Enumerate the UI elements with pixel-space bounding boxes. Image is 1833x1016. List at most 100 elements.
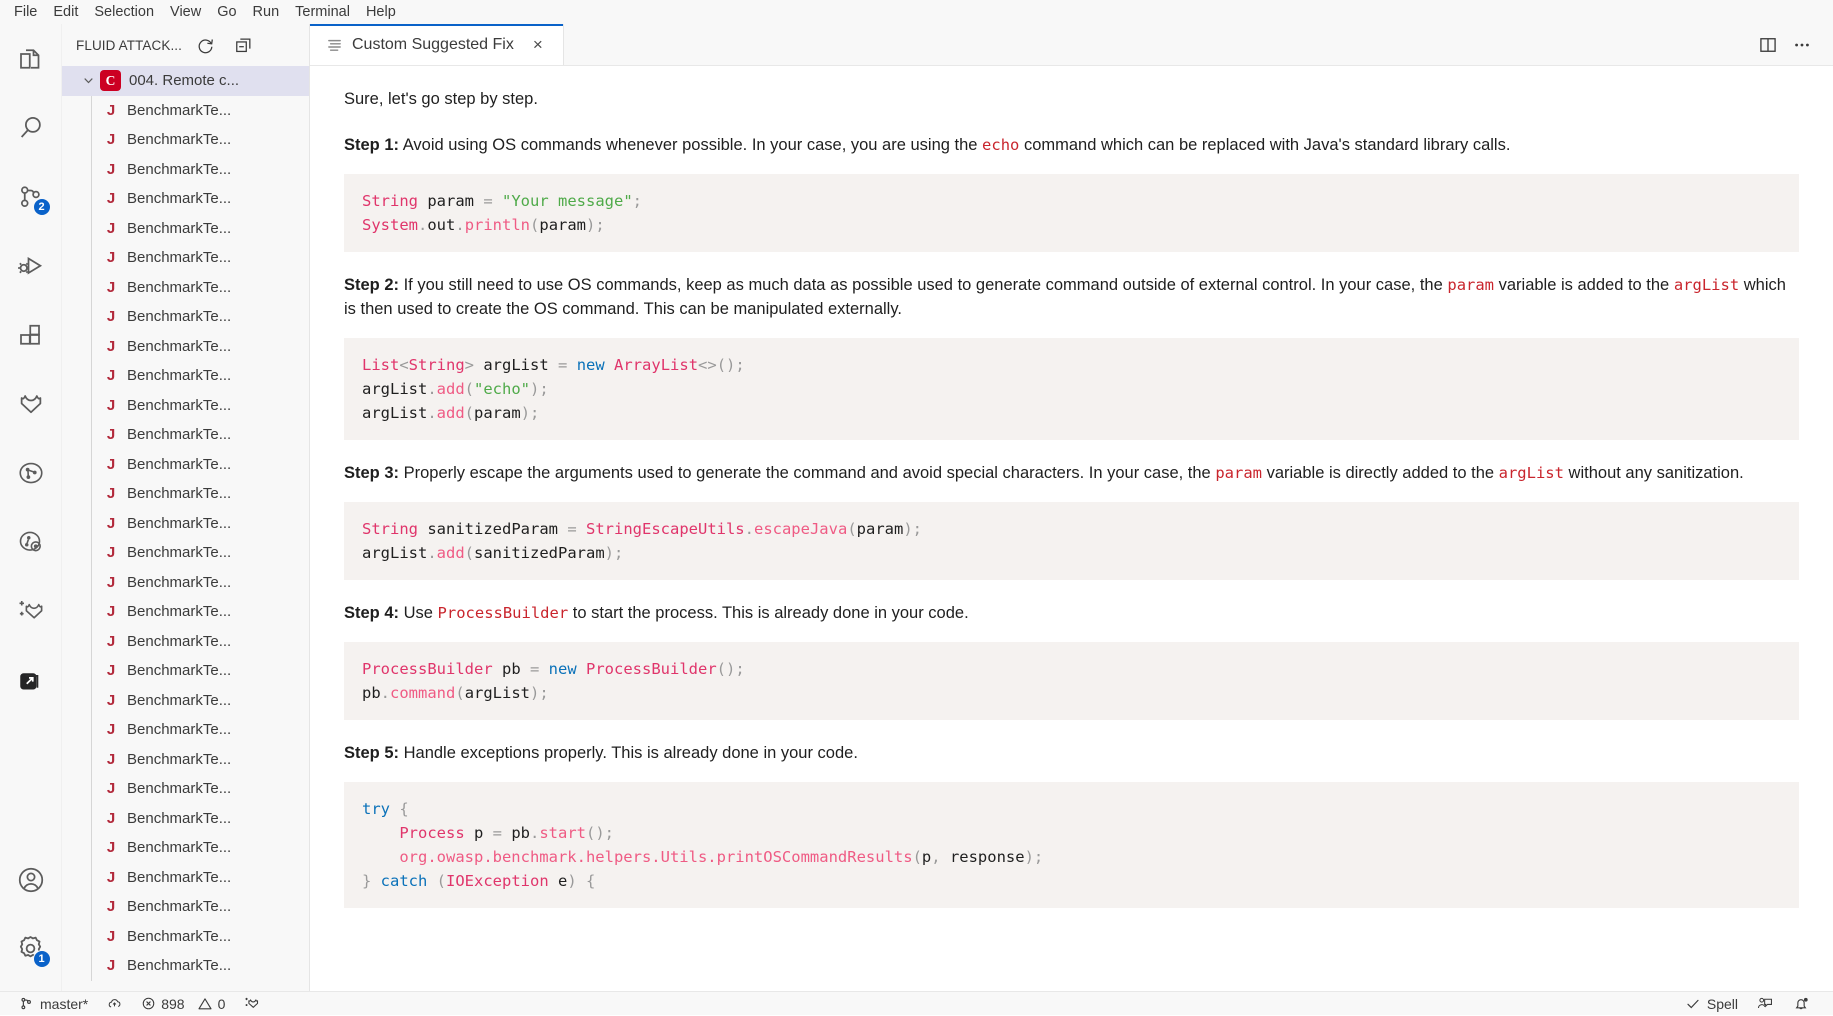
activity-bar-item-scan[interactable] bbox=[0, 507, 62, 576]
status-fluid-attacks[interactable] bbox=[234, 992, 269, 1016]
tree-row[interactable]: JBenchmarkTe... bbox=[62, 332, 309, 362]
tree-row-label: BenchmarkTe... bbox=[127, 190, 231, 207]
menu-item-view[interactable]: View bbox=[162, 2, 209, 22]
status-spell-checker[interactable]: Spell bbox=[1676, 992, 1747, 1016]
code-token: String bbox=[362, 520, 418, 538]
tree-row[interactable]: JBenchmarkTe... bbox=[62, 833, 309, 863]
activity-bar-item-vulnerabilities[interactable] bbox=[0, 438, 62, 507]
tree-row[interactable]: JBenchmarkTe... bbox=[62, 804, 309, 834]
menu-item-edit[interactable]: Edit bbox=[45, 2, 86, 22]
activity-bar-item-extensions[interactable] bbox=[0, 300, 62, 369]
step-paragraph: Step 5: Handle exceptions properly. This… bbox=[344, 742, 1799, 766]
tree-row-label: BenchmarkTe... bbox=[127, 721, 231, 738]
menu-item-selection[interactable]: Selection bbox=[86, 2, 162, 22]
tree-row[interactable]: JBenchmarkTe... bbox=[62, 627, 309, 657]
tree-row[interactable]: JBenchmarkTe... bbox=[62, 715, 309, 745]
activity-bar-item-add-fluid[interactable] bbox=[0, 576, 62, 645]
tree-row[interactable]: JBenchmarkTe... bbox=[62, 420, 309, 450]
refresh-button[interactable] bbox=[194, 34, 216, 56]
step-paragraph: Step 4: Use ProcessBuilder to start the … bbox=[344, 602, 1799, 626]
menu-item-help[interactable]: Help bbox=[358, 2, 404, 22]
code-token: "echo" bbox=[474, 380, 530, 398]
tree-row[interactable]: JBenchmarkTe... bbox=[62, 96, 309, 126]
code-token: . bbox=[455, 216, 464, 234]
tree-row[interactable]: JBenchmarkTe... bbox=[62, 597, 309, 627]
status-problems[interactable]: 898 0 bbox=[132, 992, 234, 1016]
code-token: ; bbox=[633, 192, 642, 210]
tree-row-label: BenchmarkTe... bbox=[127, 161, 231, 178]
code-token: ); bbox=[605, 544, 624, 562]
tree-row[interactable]: JBenchmarkTe... bbox=[62, 155, 309, 185]
menu-item-terminal[interactable]: Terminal bbox=[287, 2, 358, 22]
step-label: Step 2: bbox=[344, 276, 399, 294]
activity-bar-item-accounts[interactable] bbox=[0, 845, 62, 914]
menu-item-go[interactable]: Go bbox=[209, 2, 244, 22]
split-editor-button[interactable] bbox=[1753, 30, 1783, 60]
tree-row[interactable]: JBenchmarkTe... bbox=[62, 391, 309, 421]
tree-row[interactable]: JBenchmarkTe... bbox=[62, 568, 309, 598]
code-token: p bbox=[465, 824, 493, 842]
tree-row[interactable]: JBenchmarkTe... bbox=[62, 273, 309, 303]
tree-row-label: BenchmarkTe... bbox=[127, 633, 231, 650]
tab-custom-suggested-fix[interactable]: Custom Suggested Fix × bbox=[310, 24, 564, 65]
activity-bar-item-explorer[interactable] bbox=[0, 24, 62, 93]
code-line: Process p = pb.start(); bbox=[362, 821, 1781, 845]
file-tree: C004. Remote c...JBenchmarkTe...JBenchma… bbox=[62, 66, 309, 981]
status-notifications[interactable] bbox=[1783, 992, 1819, 1016]
tree-row[interactable]: JBenchmarkTe... bbox=[62, 863, 309, 893]
code-token: ( bbox=[465, 544, 474, 562]
tab-close-button[interactable]: × bbox=[527, 34, 549, 56]
step-label: Step 5: bbox=[344, 744, 399, 762]
tree-row[interactable]: JBenchmarkTe... bbox=[62, 302, 309, 332]
activity-bar-item-manage[interactable]: 1 bbox=[0, 914, 62, 983]
tree-row[interactable]: JBenchmarkTe... bbox=[62, 686, 309, 716]
code-token: start bbox=[539, 824, 586, 842]
code-token: = bbox=[483, 192, 492, 210]
tree-row[interactable]: JBenchmarkTe... bbox=[62, 656, 309, 686]
tree-row-root[interactable]: C004. Remote c... bbox=[62, 66, 309, 96]
tree-row[interactable]: JBenchmarkTe... bbox=[62, 479, 309, 509]
tree-row[interactable]: JBenchmarkTe... bbox=[62, 450, 309, 480]
code-token bbox=[362, 824, 399, 842]
status-branch[interactable]: master* bbox=[10, 992, 97, 1016]
code-token: command bbox=[390, 684, 455, 702]
tree-row[interactable]: JBenchmarkTe... bbox=[62, 184, 309, 214]
code-token: . bbox=[418, 216, 427, 234]
status-sync[interactable] bbox=[97, 992, 132, 1016]
tree-row[interactable]: JBenchmarkTe... bbox=[62, 745, 309, 775]
chevron-down-icon[interactable] bbox=[76, 73, 100, 88]
status-feedback[interactable] bbox=[1747, 992, 1783, 1016]
code-token: } bbox=[362, 872, 381, 890]
menu-item-run[interactable]: Run bbox=[245, 2, 288, 22]
tree-row[interactable]: JBenchmarkTe... bbox=[62, 922, 309, 952]
tree-row[interactable]: JBenchmarkTe... bbox=[62, 361, 309, 391]
tree-row[interactable]: JBenchmarkTe... bbox=[62, 243, 309, 273]
code-token: add bbox=[437, 404, 465, 422]
tree-row-label: BenchmarkTe... bbox=[127, 692, 231, 709]
tree-row[interactable]: JBenchmarkTe... bbox=[62, 774, 309, 804]
step-paragraph: Step 2: If you still need to use OS comm… bbox=[344, 274, 1799, 322]
tree-row[interactable]: JBenchmarkTe... bbox=[62, 214, 309, 244]
tree-row[interactable]: JBenchmarkTe... bbox=[62, 538, 309, 568]
preview-intro: Sure, let's go step by step. bbox=[344, 88, 1799, 112]
tree-row[interactable]: JBenchmarkTe... bbox=[62, 892, 309, 922]
code-token: param bbox=[857, 520, 904, 538]
activity-bar-item-fluid-attacks[interactable] bbox=[0, 369, 62, 438]
code-token: ProcessBuilder bbox=[362, 660, 493, 678]
java-file-icon: J bbox=[100, 662, 122, 679]
code-block: String sanitizedParam = StringEscapeUtil… bbox=[344, 502, 1799, 580]
activity-bar-item-search[interactable] bbox=[0, 93, 62, 162]
activity-bar-item-remote-explorer[interactable] bbox=[0, 645, 62, 714]
menu-item-file[interactable]: File bbox=[6, 2, 45, 22]
collapse-all-button[interactable] bbox=[232, 34, 254, 56]
more-actions-button[interactable] bbox=[1787, 30, 1817, 60]
tree-row[interactable]: JBenchmarkTe... bbox=[62, 509, 309, 539]
activity-bar-item-run-and-debug[interactable] bbox=[0, 231, 62, 300]
code-token: sanitizedParam bbox=[474, 544, 605, 562]
tree-row[interactable]: JBenchmarkTe... bbox=[62, 951, 309, 981]
activity-bar-item-source-control[interactable]: 2 bbox=[0, 162, 62, 231]
step-text: If you still need to use OS commands, ke… bbox=[399, 276, 1447, 294]
tree-row[interactable]: JBenchmarkTe... bbox=[62, 125, 309, 155]
code-token: param bbox=[539, 216, 586, 234]
step-text: command which can be replaced with Java'… bbox=[1019, 136, 1510, 154]
